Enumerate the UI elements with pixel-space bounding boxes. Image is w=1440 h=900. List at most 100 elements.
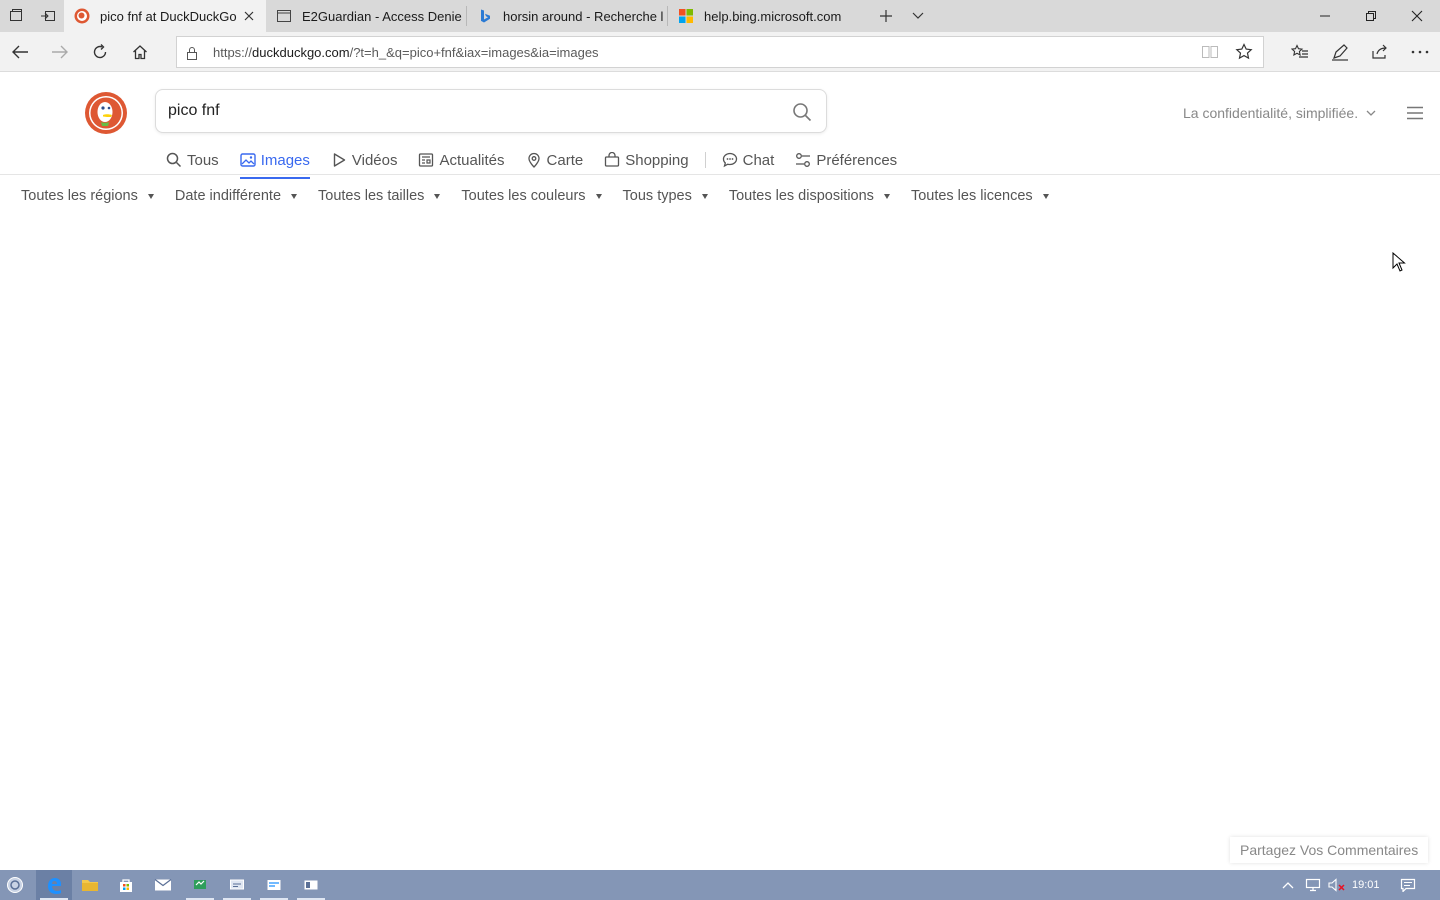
tab-chat[interactable]: Chat [722, 145, 774, 175]
image-icon [239, 153, 256, 167]
filter-date[interactable]: Date indifférente [175, 188, 298, 204]
tab-preferences[interactable]: Préférences [795, 145, 897, 175]
duckduckgo-logo[interactable] [84, 91, 128, 135]
tab-label: Tous [187, 151, 219, 169]
page-icon [277, 10, 291, 22]
caret-down-icon [291, 193, 298, 199]
show-hidden-icons-button[interactable] [1278, 870, 1298, 900]
menu-icon[interactable] [1406, 106, 1424, 120]
reading-view-icon[interactable] [1201, 44, 1219, 60]
set-tabs-aside-icon[interactable] [32, 0, 64, 32]
chevron-up-icon [1282, 882, 1294, 889]
minimize-button[interactable] [1302, 0, 1348, 32]
more-button[interactable] [1400, 32, 1440, 72]
tab-images[interactable]: Images [239, 145, 311, 179]
filter-label: Toutes les licences [910, 188, 1033, 204]
volume-tray-button[interactable] [1326, 870, 1348, 900]
favorites-button[interactable] [1280, 32, 1320, 72]
filter-layout[interactable]: Toutes les dispositions [729, 188, 890, 204]
taskbar: 19:01 [0, 870, 1440, 900]
caret-down-icon [147, 193, 154, 199]
tab-title: horsin around - Recherche l [503, 8, 663, 24]
more-icon [1411, 50, 1429, 54]
taskbar-edge[interactable] [36, 870, 72, 900]
tab-help-bing[interactable]: help.bing.microsoft.com [668, 0, 868, 32]
network-tray-button[interactable] [1302, 870, 1324, 900]
tab-carte[interactable]: Carte [526, 145, 584, 175]
action-center-button[interactable] [1396, 870, 1420, 900]
share-button[interactable] [1360, 32, 1400, 72]
start-button[interactable] [0, 870, 30, 900]
duckduckgo-favicon [74, 8, 90, 24]
star-icon[interactable] [1235, 43, 1253, 61]
filter-size[interactable]: Toutes les tailles [318, 188, 441, 204]
tab-shopping[interactable]: Shopping [604, 145, 689, 175]
forward-button[interactable] [40, 32, 80, 72]
mouse-cursor-icon [1392, 252, 1406, 272]
tab-duckduckgo[interactable]: pico fnf at DuckDuckGo [64, 0, 266, 32]
taskbar-clock[interactable]: 19:01 [1352, 870, 1380, 900]
filter-color[interactable]: Toutes les couleurs [461, 188, 602, 204]
duckduckgo-page: La confidentialité, simplifiée. Tous Ima… [0, 73, 1440, 870]
privacy-label: La confidentialité, simplifiée. [1183, 105, 1359, 121]
restore-button[interactable] [1348, 0, 1394, 32]
bing-icon [481, 9, 490, 23]
address-bar[interactable]: https://duckduckgo.com/?t=h_&q=pico+fnf&… [176, 36, 1264, 68]
mail-icon [154, 879, 172, 891]
arrow-left-icon [12, 45, 28, 59]
notifications-icon [1400, 878, 1416, 892]
taskbar-app-3[interactable] [256, 870, 292, 900]
taskbar-mail[interactable] [145, 870, 181, 900]
tab-e2guardian[interactable]: E2Guardian - Access Deniec [266, 0, 466, 32]
taskbar-store[interactable] [108, 870, 144, 900]
tab-label: Préférences [816, 151, 898, 169]
tab-manager-icon[interactable] [0, 0, 32, 32]
tab-bing-search[interactable]: horsin around - Recherche l [467, 0, 667, 32]
tab-label: Carte [546, 151, 584, 169]
feedback-button[interactable]: Partagez Vos Commentaires [1230, 837, 1429, 863]
home-icon [133, 45, 147, 60]
tab-actualites[interactable]: Actualités [418, 145, 505, 175]
taskbar-app-1[interactable] [182, 870, 218, 900]
tab-preview-button[interactable] [904, 4, 932, 28]
pen-icon [1332, 44, 1348, 61]
header-divider [0, 174, 1440, 175]
filter-label: Toutes les couleurs [461, 188, 586, 204]
new-tab-button[interactable] [872, 4, 900, 28]
browser-toolbar: https://duckduckgo.com/?t=h_&q=pico+fnf&… [0, 32, 1440, 72]
tab-videos[interactable]: Vidéos [331, 145, 397, 175]
browser-tab-strip: pico fnf at DuckDuckGo E2Guardian - Acce… [0, 0, 1440, 32]
close-tab-icon[interactable] [242, 9, 256, 23]
home-button[interactable] [120, 32, 160, 72]
search-icon[interactable] [792, 102, 812, 122]
caret-down-icon [1042, 193, 1049, 199]
play-icon [333, 153, 346, 167]
tabs-divider [704, 152, 706, 168]
refresh-button[interactable] [80, 32, 120, 72]
taskbar-app-4[interactable] [293, 870, 329, 900]
back-button[interactable] [0, 32, 40, 72]
notes-button[interactable] [1320, 32, 1360, 72]
news-icon [419, 153, 434, 167]
privacy-dropdown[interactable]: La confidentialité, simplifiée. [1183, 105, 1376, 121]
search-input[interactable] [168, 90, 768, 132]
taskbar-app-2[interactable] [219, 870, 255, 900]
tab-label: Shopping [625, 151, 689, 169]
url-text: https://duckduckgo.com/?t=h_&q=pico+fnf&… [213, 45, 599, 60]
close-window-button[interactable] [1394, 0, 1440, 32]
tab-tous[interactable]: Tous [166, 145, 219, 175]
image-filters: Toutes les régions Date indifférente Tou… [21, 185, 1070, 207]
store-icon [120, 879, 132, 892]
edge-icon [48, 878, 61, 894]
explorer-window-icon [267, 880, 281, 890]
lock-icon [187, 47, 197, 60]
filter-region[interactable]: Toutes les régions [21, 188, 154, 204]
filter-type[interactable]: Tous types [623, 188, 708, 204]
filter-license[interactable]: Toutes les licences [911, 188, 1049, 204]
search-box [155, 89, 827, 133]
search-icon [166, 152, 182, 168]
feedback-label: Partagez Vos Commentaires [1240, 842, 1419, 858]
caret-down-icon [883, 193, 890, 199]
taskbar-file-explorer[interactable] [72, 870, 108, 900]
url-path: /?t=h_&q=pico+fnf&iax=images&ia=images [349, 45, 599, 60]
